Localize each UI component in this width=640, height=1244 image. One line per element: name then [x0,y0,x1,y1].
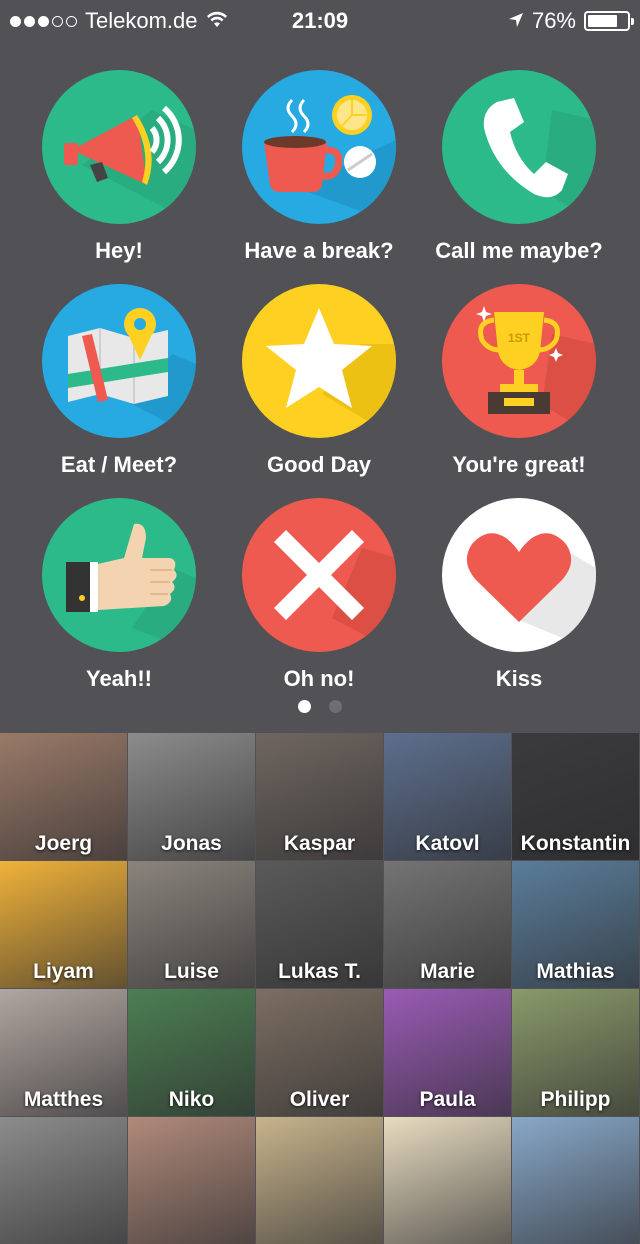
battery-percentage: 76% [531,8,576,33]
contact-name: Luise [164,960,219,983]
contact-tile[interactable]: Matthes [0,989,127,1116]
contact-tile[interactable]: Kaspar [256,733,383,860]
megaphone-icon [42,70,196,224]
contact-photo [256,1117,383,1244]
page-indicator[interactable] [0,700,640,713]
phone-icon [442,70,596,224]
action-eat-meet[interactable]: Eat / Meet? [19,284,219,478]
contact-tile[interactable]: Jonas [128,733,255,860]
contact-name: Lukas T. [278,960,361,983]
contact-tile[interactable]: Luise [128,861,255,988]
contact-name: Matthes [23,1088,104,1111]
contact-name: Liyam [33,960,94,983]
action-have-a-break[interactable]: Have a break? [219,70,419,264]
contact-tile[interactable]: Konstantin [512,733,639,860]
contact-photo [0,1117,127,1244]
contact-tile[interactable] [384,1117,511,1244]
map-pin-icon [42,284,196,438]
action-label: Hey! [95,238,143,263]
action-label: You're great! [452,452,586,477]
contact-tile[interactable] [0,1117,127,1244]
action-oh-no[interactable]: Oh no! [219,498,419,692]
contact-name: Kaspar [283,832,356,855]
contact-tile[interactable]: Oliver [256,989,383,1116]
contact-tile[interactable]: Mathias [512,861,639,988]
contact-tile[interactable] [128,1117,255,1244]
action-call-me-maybe[interactable]: Call me maybe? [419,70,619,264]
contact-tile[interactable] [512,1117,639,1244]
thumbs-up-icon [42,498,196,652]
contact-tile[interactable]: Joerg [0,733,127,860]
contact-name: Konstantin [520,832,631,855]
location-arrow-icon [508,8,524,34]
coffee-break-icon [242,70,396,224]
contact-name: Jonas [161,832,222,855]
action-youre-great[interactable]: 1ST You're great! [419,284,619,478]
contact-tile[interactable]: Philipp [512,989,639,1116]
battery-icon [584,11,634,31]
contact-tile[interactable] [256,1117,383,1244]
star-icon [242,284,396,438]
action-label: Eat / Meet? [60,452,178,477]
action-label: Oh no! [283,666,355,691]
contact-tile[interactable]: Liyam [0,861,127,988]
action-label: Yeah!! [85,666,153,691]
action-label: Call me maybe? [435,238,603,263]
contact-name: Katovl [415,832,480,855]
action-good-day[interactable]: Good Day [219,284,419,478]
svg-text:1ST: 1ST [508,331,531,345]
contact-tile[interactable]: Niko [128,989,255,1116]
contact-photo [512,1117,639,1244]
contact-name: Joerg [34,832,93,855]
action-kiss[interactable]: Kiss [419,498,619,692]
contact-name: Marie [420,960,475,983]
contact-photo [128,1117,255,1244]
trophy-icon: 1ST [442,284,596,438]
page-dot-1[interactable] [298,700,311,713]
contact-tile[interactable]: Marie [384,861,511,988]
contact-photo [384,1117,511,1244]
contact-name: Niko [168,1088,215,1111]
contact-name: Mathias [536,960,615,983]
action-label: Kiss [495,666,543,691]
action-hey[interactable]: Hey! [19,70,219,264]
status-bar: Telekom.de 21:09 76% [0,0,640,40]
action-label: Good Day [267,452,371,477]
cross-icon [242,498,396,652]
action-yeah[interactable]: Yeah!! [19,498,219,692]
page-dot-2[interactable] [329,700,342,713]
contact-tile[interactable]: Katovl [384,733,511,860]
heart-icon [442,498,596,652]
contact-name: Paula [419,1088,476,1111]
contact-name: Philipp [540,1088,611,1111]
contact-name: Oliver [289,1088,350,1111]
action-label: Have a break? [244,238,394,263]
contact-tile[interactable]: Paula [384,989,511,1116]
contact-tile[interactable]: Lukas T. [256,861,383,988]
